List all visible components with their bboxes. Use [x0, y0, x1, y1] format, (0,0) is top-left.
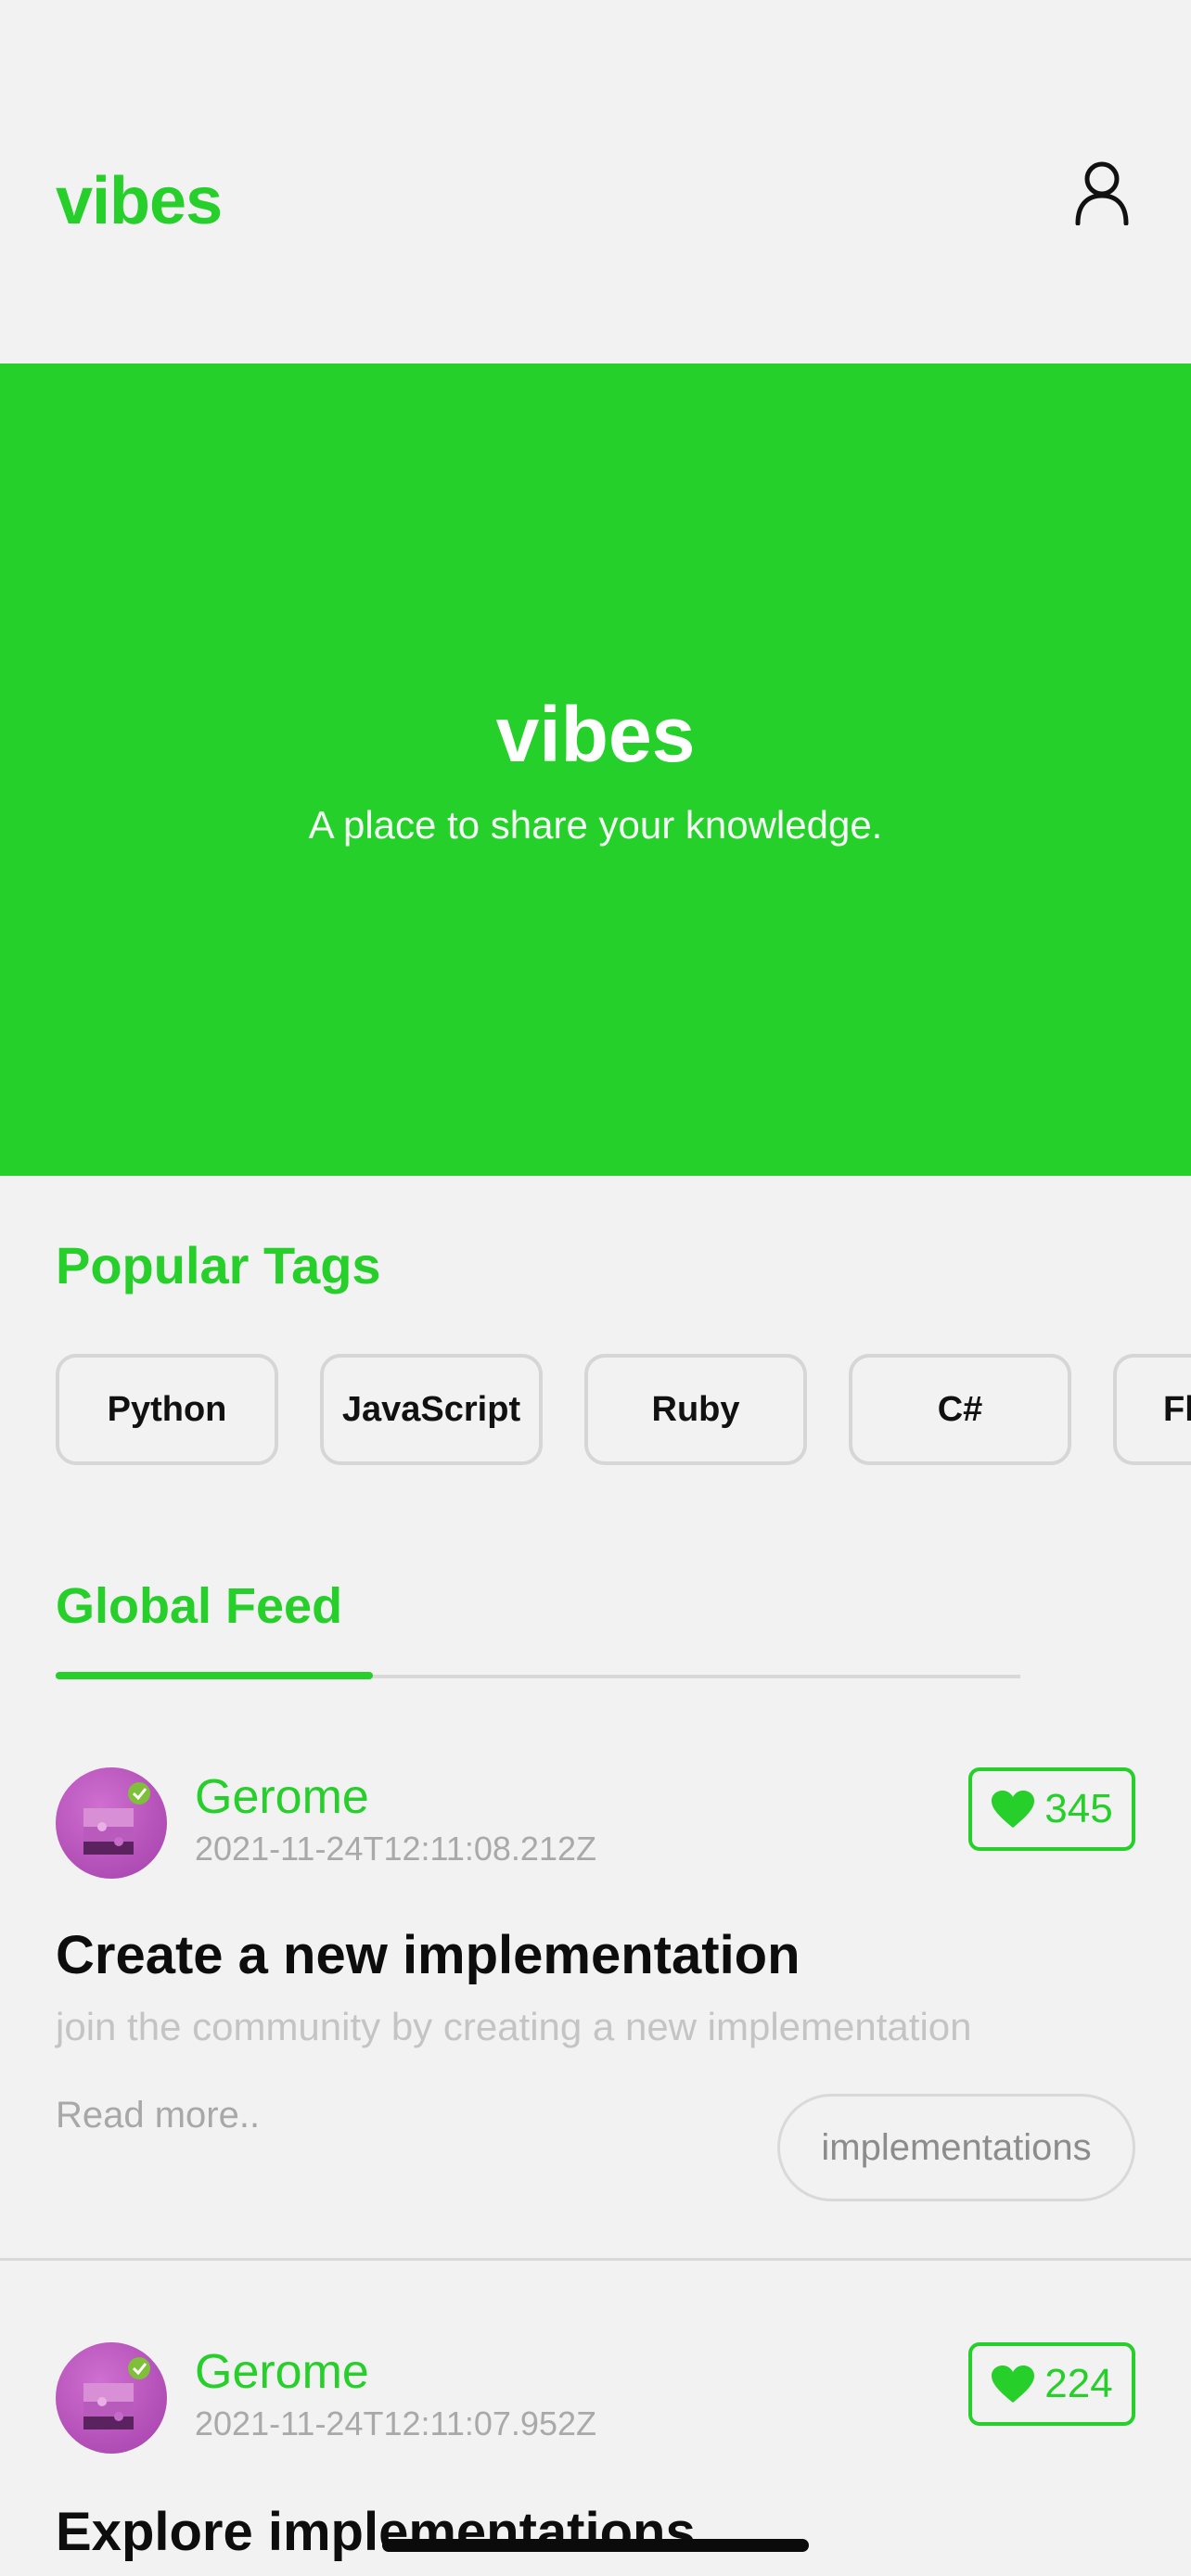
tag-chip[interactable]: JavaScript: [320, 1354, 543, 1465]
app-screen: vibes vibes A place to share your knowle…: [0, 0, 1191, 2576]
hero-title: vibes: [495, 691, 696, 778]
article-date: 2021-11-24T12:11:07.952Z: [195, 2404, 596, 2442]
avatar[interactable]: [56, 2342, 167, 2454]
tab-active-indicator: [56, 1672, 373, 1679]
tab-global-feed[interactable]: Global Feed: [56, 1576, 342, 1636]
person-outline-icon: [1075, 161, 1129, 225]
article-date: 2021-11-24T12:11:08.212Z: [195, 1830, 596, 1868]
like-count: 345: [1044, 1786, 1113, 1831]
article-title[interactable]: Explore implementations: [56, 2500, 696, 2565]
hero-subtitle: A place to share your knowledge.: [308, 803, 883, 847]
avatar[interactable]: [56, 1767, 167, 1879]
article-tag[interactable]: implementations: [777, 2094, 1135, 2201]
profile-button[interactable]: [1065, 156, 1139, 230]
puzzle-avatar-icon: [83, 1782, 150, 1855]
puzzle-avatar-icon: [83, 2357, 150, 2429]
hero-banner: vibes A place to share your knowledge.: [0, 363, 1191, 1176]
heart-icon: [992, 2366, 1035, 2403]
tag-chip[interactable]: Python: [56, 1354, 278, 1465]
article-title[interactable]: Create a new implementation: [56, 1923, 800, 1988]
like-button[interactable]: 224: [968, 2342, 1135, 2426]
article-description: join the community by creating a new imp…: [56, 2005, 972, 2048]
article-divider: [0, 2258, 1191, 2261]
brand-logo-text[interactable]: vibes: [56, 159, 223, 243]
tag-chip[interactable]: Fl: [1113, 1354, 1191, 1465]
like-button[interactable]: 345: [968, 1767, 1135, 1851]
heart-icon: [992, 1791, 1035, 1828]
author-name[interactable]: Gerome: [195, 2344, 369, 2400]
author-name[interactable]: Gerome: [195, 1769, 369, 1825]
popular-tags-heading: Popular Tags: [56, 1236, 381, 1294]
home-indicator[interactable]: [382, 2539, 809, 2552]
top-navigation-bar: vibes: [0, 0, 1191, 363]
tag-chip[interactable]: C#: [849, 1354, 1071, 1465]
like-count: 224: [1044, 2361, 1113, 2406]
popular-tags-list[interactable]: Python JavaScript Ruby C# Fl: [56, 1354, 1191, 1465]
read-more-link[interactable]: Read more..: [56, 2092, 260, 2138]
tag-chip[interactable]: Ruby: [584, 1354, 807, 1465]
